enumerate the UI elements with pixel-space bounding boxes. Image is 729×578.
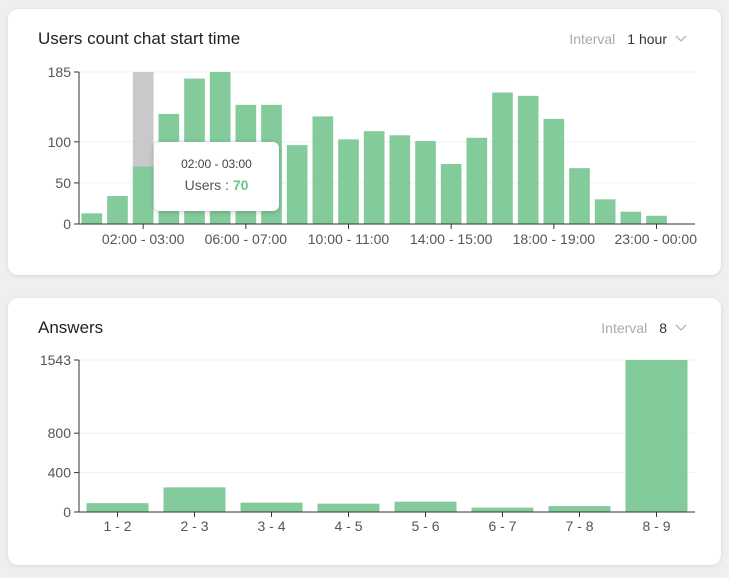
bar: [81, 213, 103, 224]
bar: [317, 503, 380, 512]
bar: [625, 360, 688, 512]
x-tick-label: 8 - 9: [642, 518, 670, 534]
x-tick-label: 5 - 6: [411, 518, 439, 534]
bar: [492, 92, 513, 224]
tooltip-label: Users :: [184, 177, 233, 193]
bar: [363, 131, 385, 224]
x-tick-label: 1 - 2: [103, 518, 131, 534]
tooltip-value: 70: [232, 177, 249, 193]
x-tick-label: 7 - 8: [565, 518, 593, 534]
y-tick-label: 1543: [40, 352, 71, 368]
x-tick-label: 02:00 - 03:00: [102, 231, 185, 247]
x-tick-label: 2 - 3: [180, 518, 208, 534]
y-tick-label: 185: [48, 64, 72, 80]
bar: [389, 135, 411, 224]
bar: [107, 196, 128, 224]
bar: [394, 501, 457, 512]
bar: [466, 137, 488, 224]
y-tick-label: 100: [48, 134, 72, 150]
x-tick-label: 10:00 - 11:00: [308, 231, 390, 247]
answers-chart: 0 400 800 1543 1 - 2 2 - 3 3 - 4 4 - 5 5 - 6 6 - …: [40, 352, 695, 534]
chart-tooltip: 02:00 - 03:00 Users : 70: [154, 142, 279, 211]
bar: [543, 118, 565, 224]
y-tick-label: 0: [63, 216, 71, 232]
bar: [594, 199, 616, 224]
x-tick-label: 23:00 - 00:00: [614, 231, 697, 247]
y-tick-label: 50: [55, 175, 71, 191]
x-tick-label: 06:00 - 07:00: [205, 231, 288, 247]
tooltip-line: Users : 70: [154, 177, 279, 193]
x-tick-label: 4 - 5: [334, 518, 362, 534]
bar: [286, 145, 308, 224]
bar: [569, 168, 590, 224]
y-tick-label: 0: [63, 504, 71, 520]
users-count-chart: 0 50 100 185 02:00 - 03:00 06:00 - 07:00 10:00…: [48, 64, 698, 247]
bar: [646, 215, 667, 224]
bar: [163, 487, 226, 512]
x-tick-label: 14:00 - 15:00: [410, 231, 493, 247]
bar: [338, 139, 359, 224]
answers-card: Answers Interval 8 0 400 800 1543 1 - 22 - 3…: [8, 298, 721, 565]
bar: [415, 141, 436, 224]
y-tick-label: 400: [48, 465, 72, 481]
x-tick-label: 3 - 4: [257, 518, 285, 534]
bar: [240, 502, 303, 512]
bar: [440, 164, 462, 224]
bar: [312, 116, 334, 224]
x-tick-label: 18:00 - 19:00: [513, 231, 596, 247]
bar: [517, 95, 539, 224]
y-tick-label: 800: [48, 425, 72, 441]
tooltip-range: 02:00 - 03:00: [181, 157, 252, 171]
bar: [132, 166, 154, 224]
x-tick-label: 6 - 7: [488, 518, 516, 534]
chat-start-time-card: Users count chat start time Interval 1 h…: [8, 9, 721, 275]
bar: [471, 507, 534, 512]
bar: [620, 211, 642, 224]
bar: [548, 506, 611, 512]
bar: [86, 503, 149, 512]
